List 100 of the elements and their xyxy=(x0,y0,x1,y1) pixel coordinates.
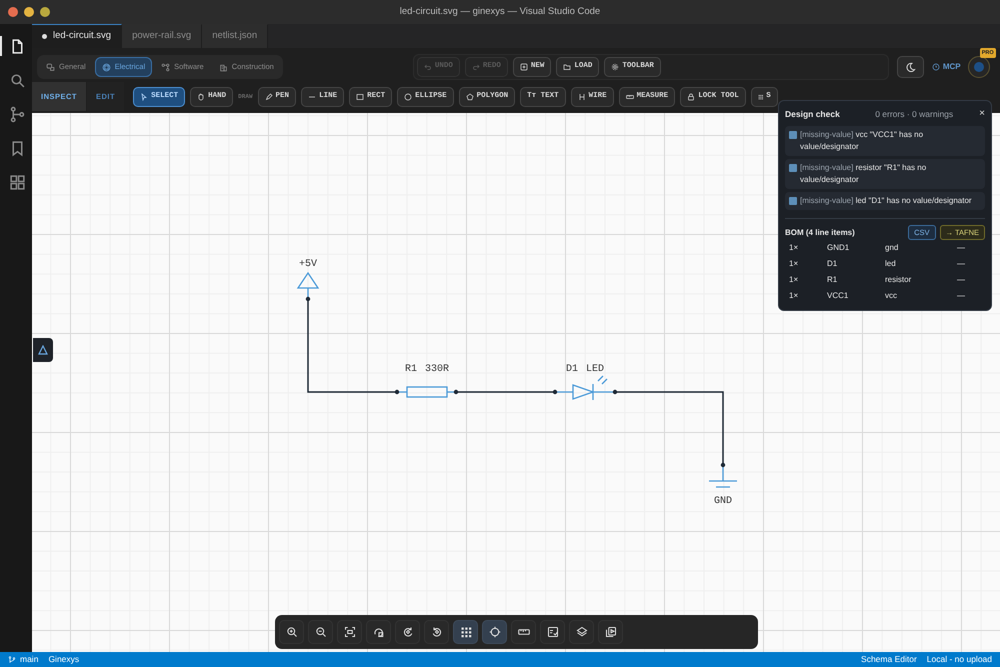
pin-dot xyxy=(552,390,558,394)
table-cell-text: — xyxy=(957,274,966,286)
view-tool-button[interactable] xyxy=(279,620,304,644)
table-cell-text: — xyxy=(957,290,966,302)
wire-icon xyxy=(578,92,586,100)
building-icon xyxy=(218,62,228,72)
rotate-right-icon xyxy=(402,626,414,638)
designator-label: R1 xyxy=(405,364,417,375)
table-cell-text: — xyxy=(957,258,966,270)
resistor-symbol xyxy=(398,386,456,398)
ground-symbol xyxy=(708,466,738,488)
table-cell-text: 1× xyxy=(789,242,800,254)
moon-icon xyxy=(904,62,916,72)
redo-icon xyxy=(472,63,480,71)
theme-button[interactable] xyxy=(896,56,924,78)
circle-icon xyxy=(404,92,412,100)
editor-tab[interactable]: power-rail.svg xyxy=(122,24,202,48)
zoom-out-icon xyxy=(314,626,326,638)
window-title: led-circuit.svg — ginexys — Visual Studio Code xyxy=(400,6,600,17)
close-window-button[interactable] xyxy=(8,7,18,17)
folder-icon xyxy=(563,63,572,71)
pen-icon xyxy=(264,92,273,100)
info-icon xyxy=(789,164,797,172)
clock-icon xyxy=(932,63,940,71)
table-cell-text: GND1 xyxy=(827,242,850,254)
view-tool-button[interactable] xyxy=(540,620,565,644)
cursor-icon xyxy=(140,92,148,100)
triangle-icon xyxy=(38,345,48,355)
layers-icon xyxy=(576,626,588,638)
view-tool-button[interactable] xyxy=(511,620,536,644)
table-cell-text: gnd xyxy=(885,242,900,254)
view-tool-button[interactable] xyxy=(569,620,594,644)
pin-dot xyxy=(394,390,400,394)
power-label: +5V xyxy=(299,259,317,270)
chip-icon xyxy=(102,62,111,72)
ruler-icon xyxy=(626,92,634,100)
view-tool-button[interactable] xyxy=(395,620,420,644)
grid-icon xyxy=(460,626,472,638)
table-cell-text: 1× xyxy=(789,290,800,302)
search-icon xyxy=(8,72,26,88)
table-cell-text: R1 xyxy=(827,274,838,286)
view-tool-button[interactable] xyxy=(308,620,333,644)
pin-dot xyxy=(454,390,458,394)
table-cell-text: D1 xyxy=(827,258,838,270)
branch-icon xyxy=(8,656,16,664)
led-symbol xyxy=(556,375,614,401)
bom-title: BOM (4 line items) xyxy=(785,226,855,239)
mcp-link[interactable]: MCP xyxy=(932,61,961,73)
checklist-icon xyxy=(546,626,558,638)
fit-icon xyxy=(344,626,356,638)
issue-text: [missing-value] resistor "R1" has no value/designator xyxy=(800,162,928,186)
value-label: LED xyxy=(586,364,604,375)
pentagon-icon xyxy=(466,92,474,100)
value-label: 330R xyxy=(425,364,449,375)
editor-tab[interactable]: led-circuit.svg xyxy=(32,24,122,48)
gear-icon xyxy=(611,63,620,71)
hand-icon xyxy=(197,92,206,100)
status-item[interactable]: main xyxy=(8,653,38,666)
undo-icon xyxy=(424,63,432,71)
maximize-window-button[interactable] xyxy=(40,7,50,17)
status-item[interactable]: Schema Editor xyxy=(861,653,917,666)
pin-dot xyxy=(306,296,310,302)
table-cell-text: 1× xyxy=(789,258,800,270)
designator-label: D1 xyxy=(566,364,578,375)
view-tool-button[interactable] xyxy=(337,620,362,644)
minimize-window-button[interactable] xyxy=(24,7,34,17)
view-tool-button[interactable] xyxy=(366,620,391,644)
status-item[interactable]: Ginexys xyxy=(48,653,80,666)
rotate-left-icon xyxy=(430,626,442,638)
account-avatar[interactable] xyxy=(968,56,990,78)
pin-dot xyxy=(612,390,618,394)
grid-icon xyxy=(758,92,764,100)
view-tool-button[interactable] xyxy=(424,620,449,644)
reset-icon xyxy=(372,626,384,638)
table-cell-text: led xyxy=(885,258,897,270)
media-icon xyxy=(604,626,616,638)
issue-text: [missing-value] vcc "VCC1" has no value/designator xyxy=(800,129,924,153)
view-tool-button[interactable] xyxy=(598,620,623,644)
status-item[interactable]: Local - no upload xyxy=(926,653,992,666)
table-cell-text: — xyxy=(957,242,966,254)
info-icon xyxy=(789,131,797,139)
ground-label: GND xyxy=(714,496,732,507)
panel-toggle-button[interactable] xyxy=(33,338,53,362)
crosshair-icon xyxy=(488,626,500,638)
branch-icon xyxy=(8,106,26,122)
view-tool-button[interactable] xyxy=(482,620,507,644)
rectangle-icon xyxy=(356,92,364,100)
lock-icon xyxy=(687,92,696,100)
view-tool-button[interactable] xyxy=(453,620,478,644)
info-icon xyxy=(789,197,797,205)
chat-icon xyxy=(46,62,55,72)
blocks-icon xyxy=(8,174,26,190)
ruler-icon xyxy=(518,626,530,638)
editor-tab[interactable]: netlist.json xyxy=(202,24,268,48)
plus-square-icon xyxy=(520,63,528,71)
nodes-icon xyxy=(161,62,170,72)
pin-dot xyxy=(720,462,726,468)
table-cell-text: 1× xyxy=(789,274,800,286)
table-cell-text: resistor xyxy=(885,274,912,286)
power-symbol xyxy=(297,272,320,298)
